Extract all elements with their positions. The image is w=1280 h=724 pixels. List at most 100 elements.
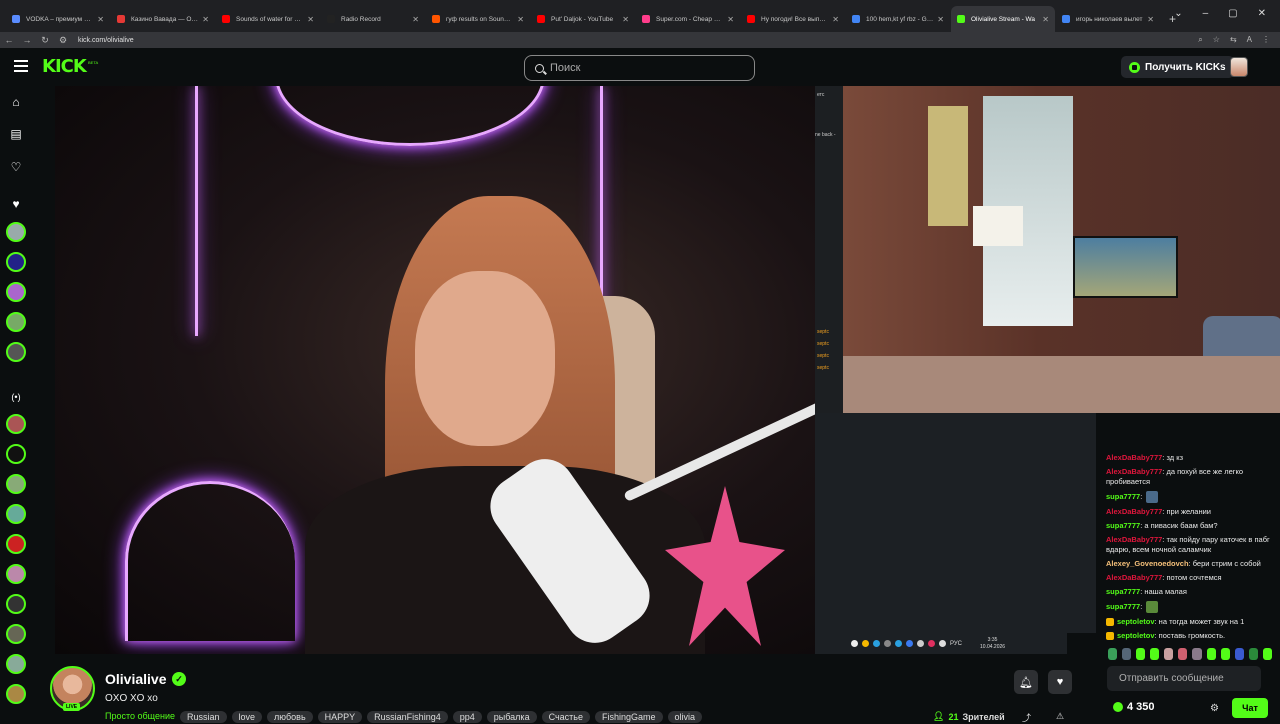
emote-icon[interactable]: [1234, 648, 1244, 660]
recommended-channel-avatar[interactable]: [6, 624, 26, 644]
stream-tag[interactable]: Russian: [179, 711, 227, 723]
live-broadcast-icon[interactable]: (•): [8, 389, 24, 405]
tab-search-button[interactable]: ⌄: [1174, 8, 1182, 19]
recommended-channel-avatar[interactable]: [6, 594, 26, 614]
recommended-channel-avatar[interactable]: [6, 564, 26, 584]
bookmark-star-icon[interactable]: ☆: [1213, 35, 1220, 45]
followed-channel-avatar[interactable]: [6, 222, 26, 242]
followed-channel-avatar[interactable]: [6, 282, 26, 302]
emote-icon[interactable]: [1220, 648, 1230, 660]
tab-close-icon[interactable]: ✕: [832, 15, 839, 24]
video-player[interactable]: [55, 86, 815, 654]
chat-username[interactable]: supa7777: [1106, 492, 1140, 501]
forward-icon[interactable]: →: [18, 35, 36, 45]
chat-username[interactable]: supa7777: [1106, 521, 1140, 530]
browse-icon[interactable]: ▤: [8, 126, 24, 142]
browser-tab[interactable]: Radio Record ✕: [321, 6, 425, 32]
browser-tab[interactable]: Put' Daljok - YouTube ✕: [531, 6, 635, 32]
chat-message-input[interactable]: [1119, 673, 1251, 684]
chat-username[interactable]: AlexDaBaby777: [1106, 453, 1162, 462]
browser-tab[interactable]: Sounds of water for a chi ✕: [216, 6, 320, 32]
stream-tag[interactable]: HAPPY: [317, 711, 363, 723]
follow-heart-button[interactable]: ♥: [1048, 670, 1072, 694]
chat-username[interactable]: AlexDaBaby777: [1106, 535, 1162, 544]
chat-username[interactable]: AlexDaBaby777: [1106, 573, 1162, 582]
emote-icon[interactable]: [1262, 648, 1272, 660]
search-box[interactable]: [524, 55, 755, 81]
search-input[interactable]: [550, 62, 740, 74]
emote-icon[interactable]: [1150, 648, 1160, 660]
stream-tag[interactable]: FishingGame: [595, 711, 663, 723]
chat-username[interactable]: AlexDaBaby777: [1106, 467, 1162, 476]
emote-icon[interactable]: [1136, 648, 1146, 660]
close-window-button[interactable]: ✕: [1258, 8, 1266, 19]
emote-icon[interactable]: [1164, 648, 1174, 660]
recommended-channel-avatar[interactable]: [6, 444, 26, 464]
stream-category-link[interactable]: Просто общение: [105, 711, 175, 723]
followed-heart-icon[interactable]: ♥: [8, 196, 24, 212]
recommended-channel-avatar[interactable]: [6, 414, 26, 434]
tab-close-icon[interactable]: ✕: [307, 15, 314, 24]
site-info-icon[interactable]: ⚙: [54, 35, 72, 46]
stream-tag[interactable]: olivia: [667, 711, 703, 723]
url-field[interactable]: kick.com/olivialive: [78, 37, 134, 44]
extensions-icon[interactable]: ⇆: [1230, 35, 1237, 45]
emote-icon[interactable]: [1192, 648, 1202, 660]
following-heart-icon[interactable]: ♡: [8, 159, 24, 175]
browser-tab[interactable]: 100 hem,kt yf rbz - Goog ✕: [846, 6, 950, 32]
emote-icon[interactable]: [1108, 648, 1118, 660]
tab-close-icon[interactable]: ✕: [517, 15, 524, 24]
tab-close-icon[interactable]: ✕: [1042, 15, 1049, 24]
emote-icon[interactable]: [1206, 648, 1216, 660]
stream-tag[interactable]: RussianFishing4: [367, 711, 448, 723]
home-icon[interactable]: ⌂: [8, 94, 24, 110]
chat-username[interactable]: Alexey_Govenoedovch: [1106, 559, 1189, 568]
stream-tag[interactable]: любовь: [267, 711, 313, 723]
notification-bell-button[interactable]: 🔔︎: [1014, 670, 1038, 694]
chat-username[interactable]: septoletov: [1117, 631, 1155, 640]
browser-tab[interactable]: Ну погоди! Все выпуски ✕: [741, 6, 845, 32]
recommended-channel-avatar[interactable]: [6, 474, 26, 494]
stream-tag[interactable]: рр4: [452, 711, 482, 723]
browser-tab[interactable]: Olivialive Stream - Wa ✕: [951, 6, 1055, 32]
browser-tab[interactable]: Казино Вавада — Официа ✕: [111, 6, 215, 32]
followed-channel-avatar[interactable]: [6, 342, 26, 362]
tab-close-icon[interactable]: ✕: [937, 15, 944, 24]
browser-tab[interactable]: VODKA – премиум онлайн ✕: [6, 6, 110, 32]
chat-username[interactable]: AlexDaBaby777: [1106, 507, 1162, 516]
zoom-icon[interactable]: ⌕: [1198, 35, 1202, 45]
translate-icon[interactable]: A: [1247, 35, 1252, 45]
recommended-channel-avatar[interactable]: [6, 534, 26, 554]
recommended-channel-avatar[interactable]: [6, 684, 26, 704]
chat-username[interactable]: supa7777: [1106, 587, 1140, 596]
tab-close-icon[interactable]: ✕: [97, 15, 104, 24]
kick-logo[interactable]: KICK: [42, 56, 87, 77]
maximize-button[interactable]: ▢: [1228, 8, 1237, 19]
stream-tag[interactable]: Счастье: [541, 711, 590, 723]
browser-tab[interactable]: игорь николаев вылет ✕: [1056, 6, 1160, 32]
recommended-channel-avatar[interactable]: [6, 654, 26, 674]
browser-tab[interactable]: Super.com - Cheap hotel ✕: [636, 6, 740, 32]
emote-icon[interactable]: [1178, 648, 1188, 660]
share-icon[interactable]: ⤴: [1022, 711, 1031, 724]
browser-menu-icon[interactable]: ⋮: [1262, 35, 1270, 45]
get-kicks-button[interactable]: Получить KICKs: [1121, 56, 1234, 78]
tab-close-icon[interactable]: ✕: [622, 15, 629, 24]
hamburger-menu-icon[interactable]: [14, 60, 28, 72]
minimize-button[interactable]: –: [1203, 8, 1209, 19]
report-icon[interactable]: ⚠: [1056, 711, 1064, 722]
tab-close-icon[interactable]: ✕: [202, 15, 209, 24]
emote-icon[interactable]: [1248, 648, 1258, 660]
channel-points[interactable]: 4 350: [1113, 701, 1155, 713]
streamer-name[interactable]: Olivialive: [105, 671, 166, 687]
followed-channel-avatar[interactable]: [6, 312, 26, 332]
followed-channel-avatar[interactable]: [6, 252, 26, 272]
back-icon[interactable]: ←: [0, 35, 18, 45]
tab-close-icon[interactable]: ✕: [727, 15, 734, 24]
stream-tag[interactable]: love: [231, 711, 263, 723]
reload-icon[interactable]: ↻: [36, 35, 54, 46]
recommended-channel-avatar[interactable]: [6, 504, 26, 524]
browser-tab[interactable]: гуф results on SoundClou ✕: [426, 6, 530, 32]
chat-username[interactable]: supa7777: [1106, 602, 1140, 611]
chat-username[interactable]: septoletov: [1117, 617, 1155, 626]
